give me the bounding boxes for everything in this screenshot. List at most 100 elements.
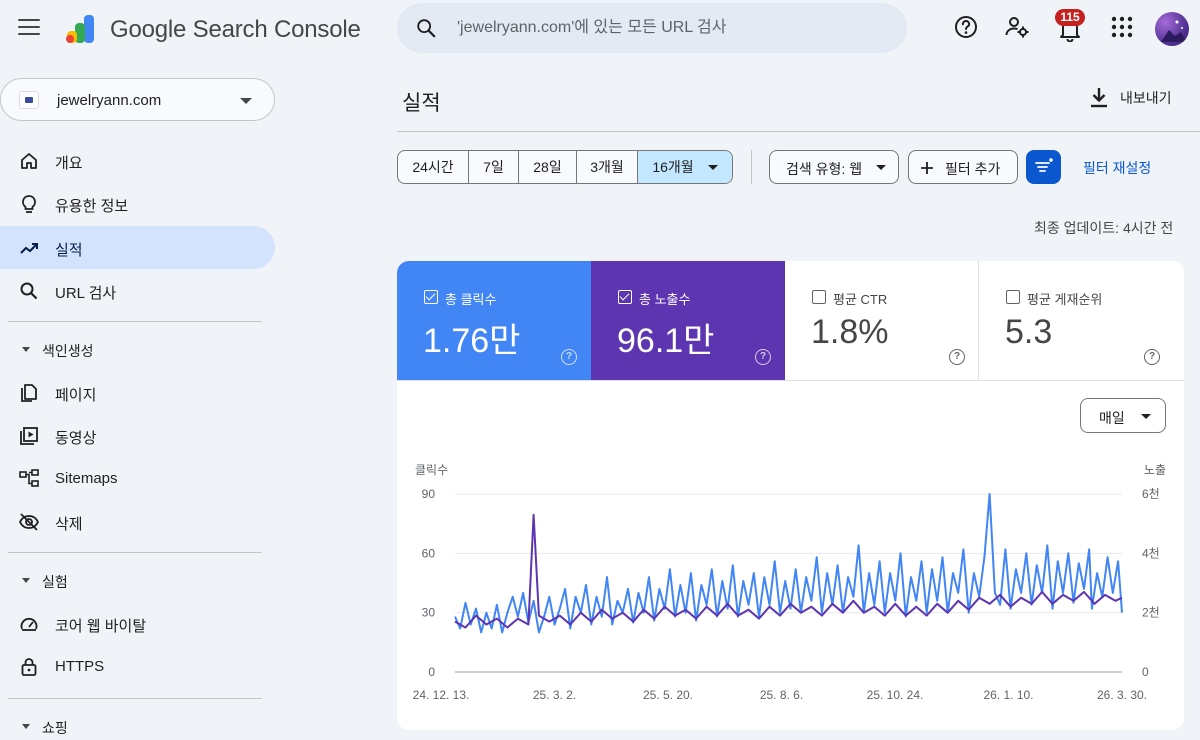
sidebar-item-label: 개요: [55, 155, 83, 172]
search-type-chip[interactable]: 검색 유형: 웹: [769, 150, 899, 184]
collapse-arrow-icon: [22, 347, 30, 352]
sidebar-item-label: 유용한 정보: [55, 198, 129, 215]
sidebar-item-sitemaps[interactable]: Sitemaps: [0, 457, 275, 500]
metric-label: 총 노출수: [639, 292, 691, 307]
range-24h[interactable]: 24시간: [398, 151, 469, 183]
chevron-down-icon: [240, 98, 252, 104]
manage-users-icon[interactable]: [1004, 14, 1030, 40]
lightbulb-icon: [22, 195, 36, 213]
date-range-selector: 24시간 7일 28일 3개월 16개월: [397, 150, 733, 184]
sidebar-item-label: URL 검사: [55, 285, 117, 302]
section-label: 색인생성: [42, 343, 94, 359]
header-divider: [397, 131, 1200, 132]
reset-filters-link[interactable]: 필터 재설정: [1083, 158, 1151, 178]
account-avatar[interactable]: [1155, 12, 1189, 46]
search-type-label: 검색 유형: 웹: [786, 161, 863, 177]
x-tick-label: 26. 1. 10.: [983, 688, 1033, 702]
range-label: 16개월: [652, 159, 694, 175]
last-updated-text: 최종 업데이트: 4시간 전: [1034, 220, 1174, 236]
granularity-selector[interactable]: 매일: [1080, 398, 1166, 433]
metric-average-ctr[interactable]: 평균 CTR 1.8% ?: [785, 261, 979, 381]
collapse-arrow-icon: [22, 724, 30, 729]
range-label: 28일: [533, 159, 562, 175]
export-label: 내보내기: [1120, 90, 1172, 106]
range-16m[interactable]: 16개월: [638, 151, 732, 183]
sidebar-item-url-inspection[interactable]: URL 검사: [0, 269, 275, 312]
sidebar-item-https[interactable]: HTTPS: [0, 645, 275, 688]
speed-icon: [20, 617, 38, 631]
pages-icon: [21, 384, 37, 402]
app-title: Google Search Console: [110, 16, 361, 43]
sidebar-item-removals[interactable]: 삭제: [0, 500, 275, 543]
page-title: 실적: [402, 92, 441, 115]
url-inspect-search[interactable]: [397, 3, 907, 53]
range-7d[interactable]: 7일: [469, 151, 519, 183]
search-input[interactable]: [457, 13, 887, 43]
chevron-down-icon: [876, 165, 886, 170]
metric-average-position[interactable]: 평균 게재순위 5.3 ?: [979, 261, 1184, 381]
x-tick-label: 26. 3. 30.: [1097, 688, 1147, 702]
right-tick-label: 2천: [1142, 605, 1160, 620]
help-icon[interactable]: ?: [949, 349, 965, 365]
chevron-down-icon: [707, 164, 718, 170]
top-bar: Google Search Console 115: [0, 0, 1200, 60]
add-filter-label: 필터 추가: [945, 161, 1001, 177]
range-3m[interactable]: 3개월: [577, 151, 638, 183]
apps-icon[interactable]: [1109, 14, 1135, 40]
sidebar-item-pages[interactable]: 페이지: [0, 371, 275, 414]
checkbox-unchecked-icon: [1006, 290, 1020, 304]
checkbox-checked-icon: [618, 290, 632, 304]
sidebar-item-label: HTTPS: [55, 658, 105, 675]
sidebar-item-core-web-vitals[interactable]: 코어 웹 바이탈: [0, 602, 275, 645]
range-28d[interactable]: 28일: [519, 151, 577, 183]
video-icon: [20, 427, 38, 445]
metric-label: 평균 게재순위: [1027, 292, 1103, 307]
checkbox-checked-icon: [424, 290, 438, 304]
left-tick-label: 60: [422, 546, 436, 560]
performance-card: 총 클릭수 1.76만 ? 총 노출수 96.1만 ? 평균 CTR 1.8% …: [397, 261, 1184, 730]
metric-value: 1.8%: [811, 313, 889, 351]
metric-label: 평균 CTR: [833, 292, 888, 307]
metric-total-clicks[interactable]: 총 클릭수 1.76만 ?: [397, 261, 591, 381]
impressions-series-line: [454, 513, 1123, 629]
sidebar-divider: [8, 321, 262, 322]
property-name: jewelryann.com: [57, 92, 162, 109]
add-filter-button[interactable]: 필터 추가: [908, 150, 1018, 184]
search-icon: [417, 19, 436, 38]
metric-bottom-divider: [397, 380, 1184, 381]
left-tick-label: 30: [422, 606, 436, 620]
x-tick-label: 25. 3. 2.: [533, 688, 576, 702]
sidebar-item-videos[interactable]: 동영상: [0, 414, 275, 457]
metric-value: 5.3: [1005, 313, 1053, 351]
help-icon[interactable]: [953, 14, 979, 40]
x-tick-label: 25. 8. 6.: [760, 688, 803, 702]
sidebar-item-insights[interactable]: 유용한 정보: [0, 182, 275, 225]
visibility-off-icon: [18, 513, 40, 531]
sitemap-icon: [19, 469, 39, 487]
notification-badge: 115: [1055, 9, 1085, 26]
menu-icon[interactable]: [18, 19, 40, 37]
sidebar-item-label: 코어 웹 바이탈: [55, 618, 147, 635]
left-tick-label: 0: [428, 665, 435, 679]
chevron-down-icon: [1141, 414, 1151, 419]
help-icon[interactable]: ?: [755, 349, 771, 365]
section-label: 실험: [42, 574, 68, 590]
avatar-image: [1161, 20, 1187, 42]
sidebar-item-overview[interactable]: 개요: [0, 139, 275, 182]
lock-icon: [21, 658, 37, 676]
granularity-label: 매일: [1099, 410, 1125, 426]
filter-list-icon: [1035, 158, 1053, 172]
right-tick-label: 4천: [1142, 545, 1160, 560]
range-label: 24시간: [412, 159, 454, 175]
help-icon[interactable]: ?: [561, 349, 577, 365]
left-axis-label: 클릭수: [415, 463, 448, 477]
filter-options-button[interactable]: [1026, 150, 1061, 184]
x-tick-label: 25. 5. 20.: [643, 688, 693, 702]
sidebar-item-performance[interactable]: 실적: [0, 226, 275, 269]
right-tick-label: 6천: [1142, 486, 1160, 501]
metric-total-impressions[interactable]: 총 노출수 96.1만 ?: [591, 261, 785, 381]
help-icon[interactable]: ?: [1144, 349, 1160, 365]
left-tick-label: 90: [422, 487, 436, 501]
sidebar-item-label: Sitemaps: [55, 470, 118, 487]
property-selector[interactable]: jewelryann.com: [0, 78, 275, 121]
